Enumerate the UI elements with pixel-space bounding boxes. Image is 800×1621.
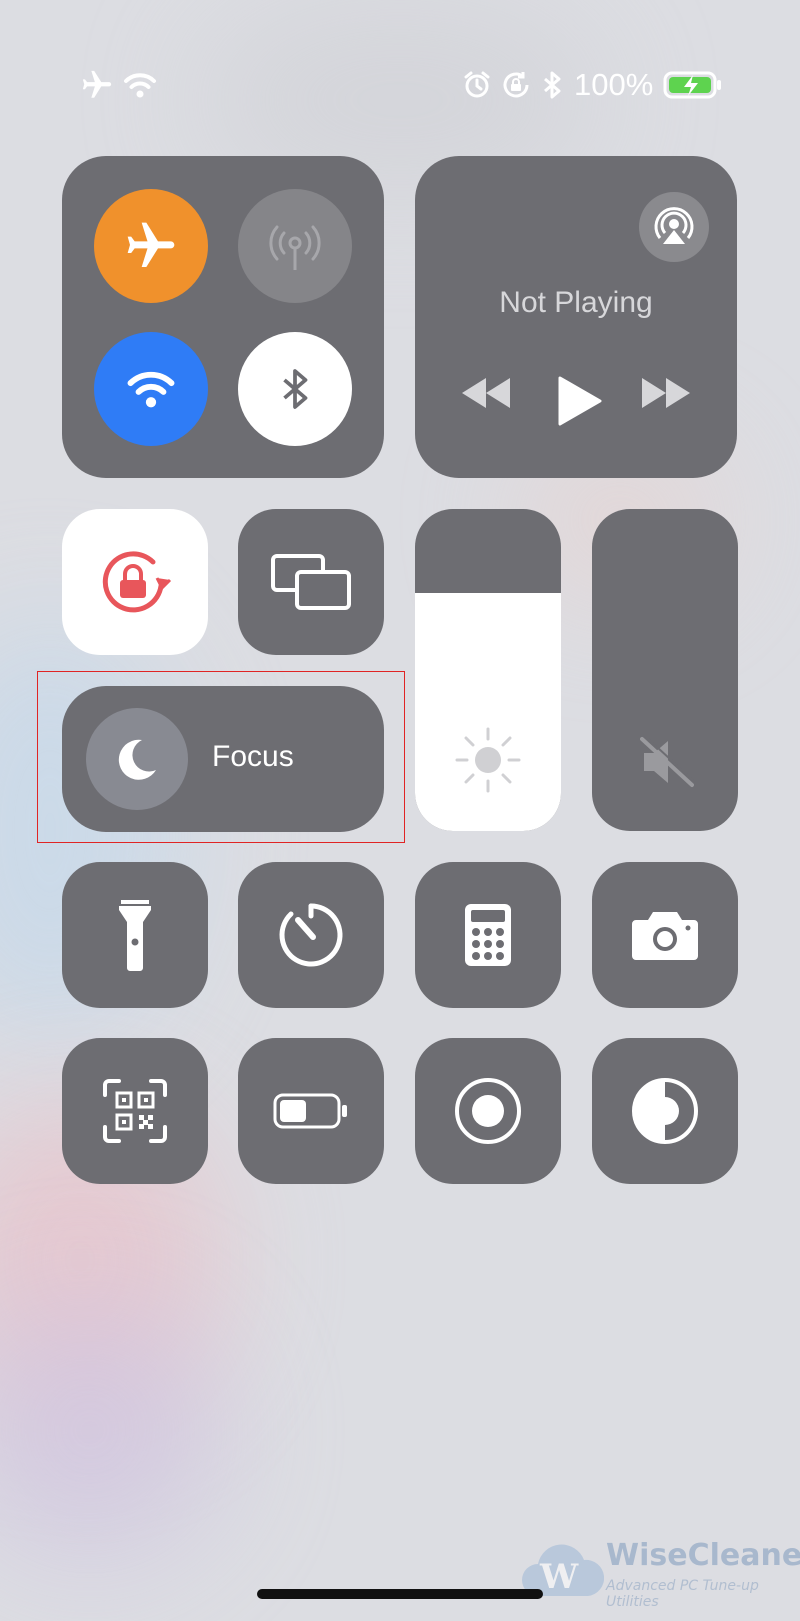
qr-code-scanner-icon xyxy=(103,1079,167,1143)
timer-button[interactable] xyxy=(238,862,384,1008)
status-right: 100% xyxy=(462,62,723,108)
connectivity-panel xyxy=(62,156,384,478)
wifi-icon xyxy=(127,371,175,408)
battery-percentage: 100% xyxy=(574,67,654,102)
brightness-slider[interactable] xyxy=(415,509,561,831)
wifi-icon xyxy=(124,73,156,98)
watermark-brand: WiseCleaner xyxy=(606,1538,800,1573)
bluetooth-icon xyxy=(283,369,308,409)
calculator-button[interactable] xyxy=(415,862,561,1008)
play-icon xyxy=(558,376,602,426)
rotation-lock-icon xyxy=(503,72,529,98)
wifi-toggle[interactable] xyxy=(94,332,208,446)
fast-forward-button[interactable] xyxy=(640,376,692,415)
focus-highlight-box xyxy=(37,671,405,843)
low-power-mode-button[interactable] xyxy=(238,1038,384,1184)
bluetooth-icon xyxy=(544,71,561,99)
orientation-lock-toggle[interactable] xyxy=(62,509,208,655)
low-power-mode-icon xyxy=(273,1093,347,1129)
now-playing-label: Not Playing xyxy=(499,286,653,319)
cellular-data-toggle[interactable] xyxy=(238,189,352,303)
home-indicator[interactable] xyxy=(257,1589,543,1599)
screen-recording-icon xyxy=(455,1078,521,1144)
fast-forward-icon xyxy=(642,378,690,408)
watermark-tagline: Advanced PC Tune-up Utilities xyxy=(606,1578,759,1610)
rotation-lock-icon xyxy=(102,551,172,613)
screen-mirroring-button[interactable] xyxy=(238,509,384,655)
screen-recording-button[interactable] xyxy=(415,1038,561,1184)
alarm-icon xyxy=(464,71,490,98)
camera-button[interactable] xyxy=(592,862,738,1008)
svg-text:W: W xyxy=(539,1557,579,1597)
speaker-muted-icon xyxy=(640,735,694,787)
wisecleaner-watermark: W WiseCleaner Advanced PC Tune-up Utilit… xyxy=(522,1536,800,1610)
camera-icon xyxy=(632,912,698,960)
airplane-icon xyxy=(127,222,175,267)
dark-mode-icon xyxy=(632,1078,698,1144)
flashlight-icon xyxy=(119,900,151,971)
volume-slider[interactable] xyxy=(592,509,738,831)
timer-icon xyxy=(279,903,343,967)
dark-mode-button[interactable] xyxy=(592,1038,738,1184)
calculator-icon xyxy=(465,904,511,966)
bluetooth-toggle[interactable] xyxy=(238,332,352,446)
status-left xyxy=(80,62,158,108)
airplay-button[interactable] xyxy=(639,192,709,262)
play-button[interactable] xyxy=(556,376,602,431)
qr-code-scanner-button[interactable] xyxy=(62,1038,208,1184)
screen-mirroring-icon xyxy=(271,554,351,610)
rewind-icon xyxy=(462,378,510,408)
battery-charging-icon xyxy=(663,71,722,99)
brightness-level-fill xyxy=(415,592,561,831)
flashlight-button[interactable] xyxy=(62,862,208,1008)
antenna-icon xyxy=(269,225,321,270)
airplay-icon xyxy=(654,207,694,244)
airplane-mode-toggle[interactable] xyxy=(94,189,208,303)
airplane-icon xyxy=(82,70,112,98)
rewind-button[interactable] xyxy=(460,376,512,415)
sun-icon xyxy=(455,727,521,793)
